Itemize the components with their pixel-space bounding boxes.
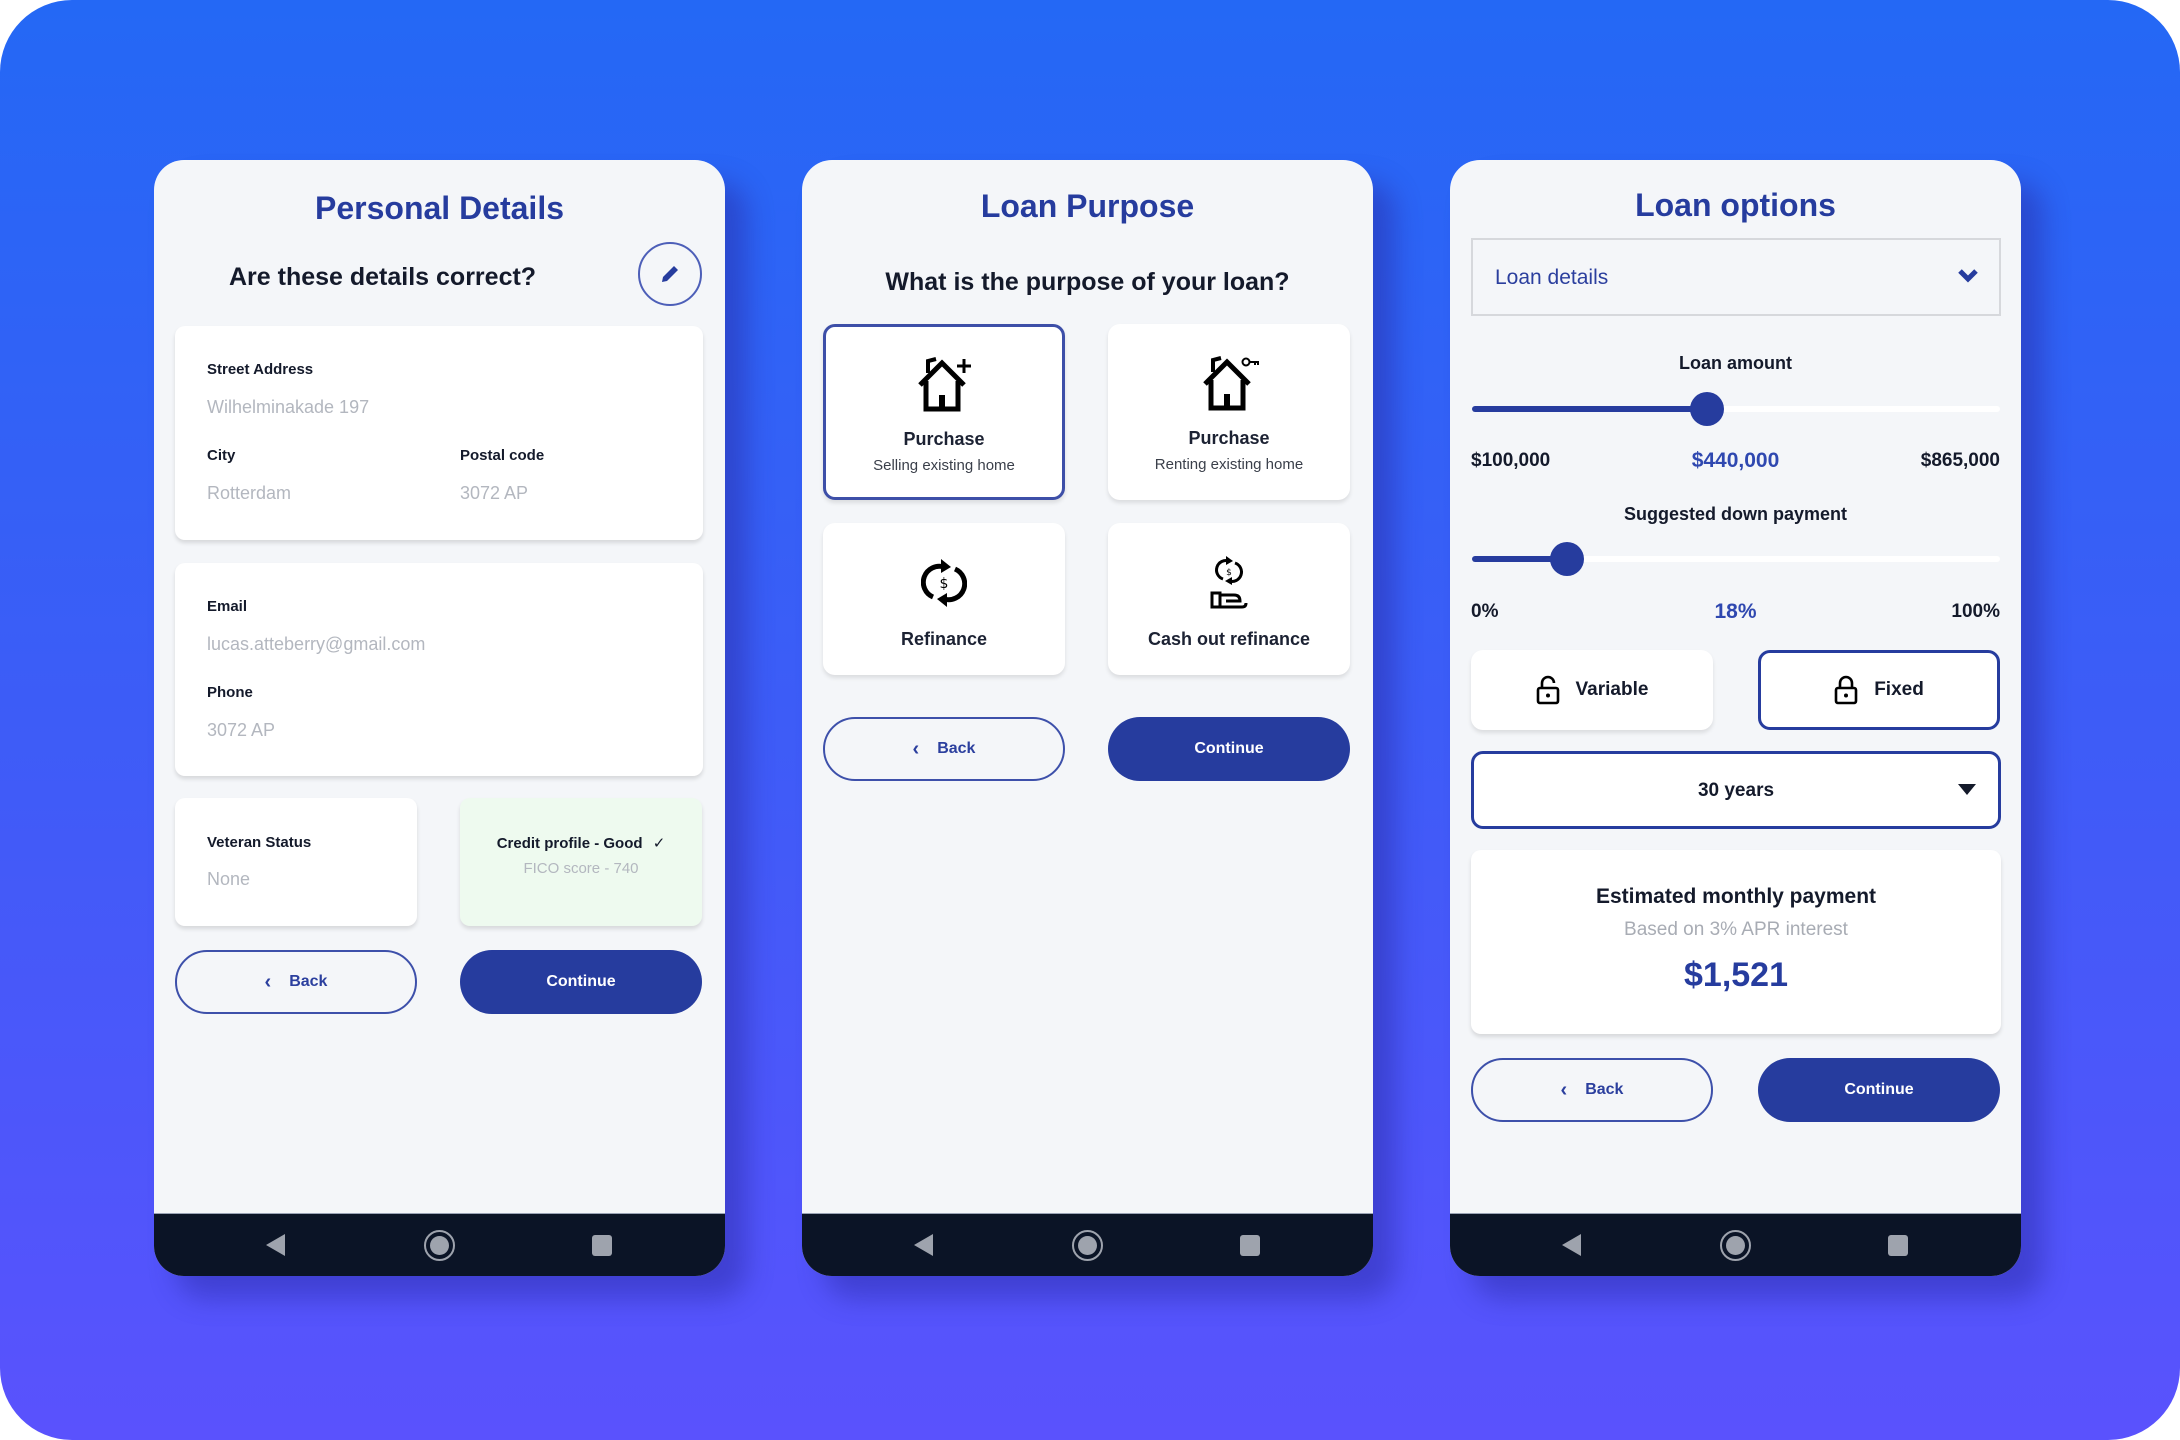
nav-home-icon[interactable] (1072, 1230, 1103, 1261)
fico-score: FICO score - 740 (523, 860, 639, 877)
page-title: Loan options (1635, 187, 1836, 223)
phone-personal-details: Personal Details Are these details corre… (154, 160, 725, 1276)
nav-home-icon[interactable] (424, 1230, 455, 1261)
email-label: Email (207, 598, 248, 615)
veteran-label: Veteran Status (207, 834, 312, 851)
down-max-label: 100% (1951, 601, 2000, 622)
phone-value: 3072 AP (207, 720, 276, 740)
back-button[interactable]: ‹ Back (1471, 1058, 1713, 1122)
nav-recents-icon[interactable] (592, 1235, 612, 1256)
down-payment-value: 18% (1714, 600, 1757, 623)
credit-profile-card: Credit profile - Good ✓ FICO score - 740 (460, 798, 702, 926)
option-title: Refinance (900, 629, 988, 649)
payment-subtitle: Based on 3% APR interest (1624, 919, 1848, 940)
loan-amount-label: Loan amount (1679, 353, 1792, 373)
lock-open-icon (1536, 675, 1559, 705)
address-card: Street Address Wilhelminakade 197 City R… (175, 326, 703, 540)
edit-button[interactable] (638, 242, 702, 306)
street-value: Wilhelminakade 197 (207, 397, 370, 417)
continue-button[interactable]: Continue (460, 950, 702, 1014)
option-title: Cash out refinance (1147, 629, 1311, 649)
android-navbar (802, 1213, 1373, 1276)
option-cash-out[interactable]: $ Cash out refinance (1108, 523, 1350, 675)
purpose-question: What is the purpose of your loan? (885, 268, 1290, 296)
loan-max-label: $865,000 (1920, 450, 2000, 471)
back-button[interactable]: ‹ Back (823, 717, 1065, 781)
veteran-card: Veteran Status None (175, 798, 417, 926)
nav-recents-icon[interactable] (1888, 1235, 1908, 1256)
cash-out-icon: $ (1210, 556, 1248, 609)
loan-details-accordion[interactable]: Loan details (1471, 238, 2001, 316)
continue-button[interactable]: Continue (1108, 717, 1350, 781)
continue-button[interactable]: Continue (1758, 1058, 2000, 1122)
option-subtitle: Selling existing home (873, 457, 1015, 474)
phone-loan-purpose: Loan Purpose What is the purpose of your… (802, 160, 1373, 1276)
term-select-value: 30 years (1697, 780, 1775, 801)
nav-back-icon[interactable] (1562, 1234, 1581, 1256)
back-button[interactable]: ‹ Back (175, 950, 417, 1014)
loan-amount-slider[interactable] (1472, 392, 2000, 426)
house-plus-icon (918, 357, 971, 412)
house-key-icon (1203, 356, 1259, 411)
svg-text:$: $ (940, 576, 949, 592)
option-purchase-renting[interactable]: Purchase Renting existing home (1108, 324, 1350, 500)
slider-fill (1472, 406, 1707, 412)
monthly-payment-card: Estimated monthly payment Based on 3% AP… (1471, 850, 2001, 1034)
page-title: Personal Details (315, 190, 564, 226)
lock-icon (1834, 675, 1858, 705)
down-payment-slider[interactable] (1472, 542, 2000, 576)
email-value: lucas.atteberry@gmail.com (207, 634, 426, 654)
city-value: Rotterdam (207, 483, 292, 503)
payment-amount: $1,521 (1684, 956, 1788, 994)
refinance-icon: $ (921, 559, 967, 607)
payment-title: Estimated monthly payment (1595, 885, 1877, 908)
veteran-value: None (207, 869, 251, 889)
svg-text:$: $ (1226, 568, 1232, 578)
nav-recents-icon[interactable] (1240, 1235, 1260, 1256)
pencil-icon (662, 266, 678, 282)
city-label: City (207, 447, 236, 464)
page-title: Loan Purpose (980, 188, 1195, 224)
android-navbar (154, 1213, 725, 1276)
chevron-left-icon: ‹ (912, 737, 920, 760)
rate-variable-toggle[interactable]: Variable (1471, 650, 1713, 730)
chevron-left-icon: ‹ (264, 970, 272, 993)
option-subtitle: Renting existing home (1154, 456, 1304, 473)
street-label: Street Address (207, 361, 314, 378)
contact-card: Email lucas.atteberry@gmail.com Phone 30… (175, 563, 703, 776)
postal-label: Postal code (460, 447, 545, 464)
option-title: Purchase (903, 429, 985, 449)
option-title: Purchase (1188, 428, 1270, 448)
rate-fixed-toggle[interactable]: Fixed (1758, 650, 2000, 730)
slider-thumb[interactable] (1550, 542, 1585, 576)
chevron-left-icon: ‹ (1560, 1078, 1568, 1101)
slider-thumb[interactable] (1689, 392, 1724, 426)
credit-profile-label: Credit profile - Good (496, 835, 643, 852)
background-frame: Personal Details Are these details corre… (0, 0, 2180, 1440)
option-purchase-selling[interactable]: Purchase Selling existing home (823, 324, 1065, 500)
down-payment-label: Suggested down payment (1623, 504, 1848, 524)
chevron-down-icon (1958, 269, 1978, 283)
android-navbar (1450, 1213, 2021, 1276)
check-icon: ✓ (652, 835, 666, 852)
caret-down-icon (1958, 784, 1976, 795)
phone-label: Phone (207, 684, 253, 701)
nav-home-icon[interactable] (1720, 1230, 1751, 1261)
nav-back-icon[interactable] (914, 1234, 933, 1256)
accordion-label: Loan details (1495, 266, 1609, 289)
postal-value: 3072 AP (460, 483, 529, 503)
term-select[interactable]: 30 years (1471, 751, 2001, 829)
option-refinance[interactable]: $ Refinance (823, 523, 1065, 675)
confirm-question: Are these details correct? (229, 263, 537, 291)
phone-loan-options: Loan options Loan details Loan amount $1… (1450, 160, 2021, 1276)
nav-back-icon[interactable] (266, 1234, 285, 1256)
